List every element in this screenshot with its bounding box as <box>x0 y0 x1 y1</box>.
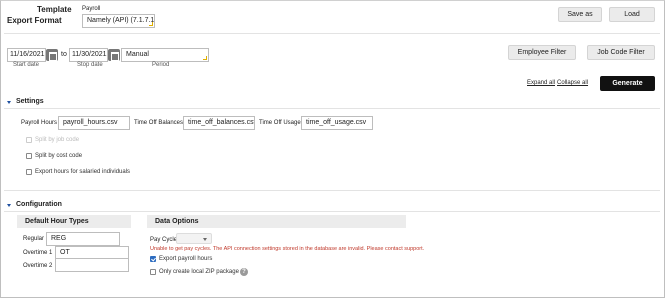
regular-label: Regular <box>23 236 45 242</box>
chevron-down-icon <box>203 238 207 241</box>
save-as-button[interactable]: Save as <box>558 7 602 22</box>
payroll-hours-input[interactable]: payroll_hours.csv <box>58 116 130 130</box>
split-cost-code-checkbox[interactable] <box>26 153 32 159</box>
export-format-field[interactable]: Namely (API) (7.1.7.13) <box>82 14 155 28</box>
time-off-balances-input[interactable]: time_off_balances.csv <box>183 116 255 130</box>
overtime2-label: Overtime 2 <box>23 263 53 269</box>
payroll-hours-label: Payroll Hours <box>21 120 58 126</box>
divider <box>4 211 660 212</box>
period-caption: Period <box>152 62 170 68</box>
start-date-calendar-icon[interactable] <box>46 49 58 61</box>
pay-cycle-select[interactable] <box>176 233 212 244</box>
overtime2-input[interactable] <box>55 258 129 272</box>
start-date-input[interactable]: 11/16/2021 <box>7 48 46 62</box>
stop-date-caption: Stop date <box>77 62 103 68</box>
export-payroll-hours-checkbox[interactable] <box>150 256 156 262</box>
export-hours-salaried-label[interactable]: Export hours for salaried individuals <box>35 169 130 175</box>
time-off-usage-label: Time Off Usage <box>259 120 301 126</box>
data-options-header: Data Options <box>147 215 406 228</box>
generate-button[interactable]: Generate <box>600 76 655 91</box>
employee-filter-button[interactable]: Employee Filter <box>508 45 576 60</box>
time-off-usage-input[interactable]: time_off_usage.csv <box>301 116 373 130</box>
help-icon[interactable]: ? <box>240 268 248 276</box>
export-hours-salaried-checkbox[interactable] <box>26 169 32 175</box>
period-select[interactable]: Manual <box>121 48 209 62</box>
export-format-label: Export Format <box>7 16 62 25</box>
time-off-balances-label: Time Off Balances <box>134 120 184 126</box>
divider <box>4 190 660 191</box>
settings-collapse-icon[interactable] <box>7 101 11 104</box>
date-range-to-label: to <box>61 51 67 58</box>
stop-date-calendar-icon[interactable] <box>108 49 120 61</box>
collapse-all-link[interactable]: Collapse all <box>557 80 588 86</box>
regular-input[interactable]: REG <box>46 232 120 246</box>
stop-date-input[interactable]: 11/30/2021 <box>69 48 108 62</box>
overtime1-label: Overtime 1 <box>23 250 53 256</box>
pay-cycle-error-message: Unable to get pay cycles. The API connec… <box>150 246 425 252</box>
settings-section-title[interactable]: Settings <box>16 98 44 105</box>
split-cost-code-label[interactable]: Split by cost code <box>35 153 82 159</box>
only-create-zip-label[interactable]: Only create local ZIP package <box>159 269 239 275</box>
start-date-caption: Start date <box>13 62 40 68</box>
configuration-collapse-icon[interactable] <box>7 204 11 207</box>
pay-cycle-label: Pay Cycle <box>150 237 178 243</box>
export-payroll-hours-label[interactable]: Export payroll hours <box>159 256 212 262</box>
divider <box>4 108 660 109</box>
split-job-code-checkbox <box>26 137 32 143</box>
default-hour-types-header: Default Hour Types <box>17 215 131 228</box>
template-value: Payroll <box>82 6 101 12</box>
job-code-filter-button[interactable]: Job Code Filter <box>587 45 655 60</box>
only-create-zip-checkbox[interactable] <box>150 269 156 275</box>
expand-all-link[interactable]: Expand all <box>527 80 555 86</box>
load-button[interactable]: Load <box>609 7 655 22</box>
divider <box>4 33 660 34</box>
split-job-code-label: Split by job code <box>35 137 80 143</box>
template-label: Template <box>37 5 72 14</box>
configuration-section-title[interactable]: Configuration <box>16 201 62 208</box>
